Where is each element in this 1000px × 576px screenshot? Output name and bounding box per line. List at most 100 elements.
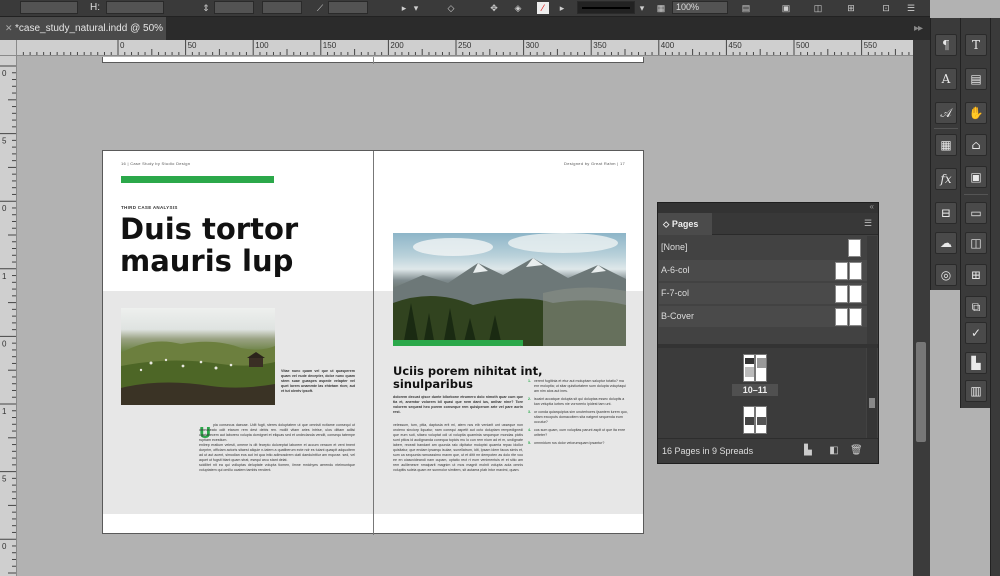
pages-panel-footer: 16 Pages in 9 Spreads ▙ ◧ 🗑 [658, 438, 878, 463]
effects-icon[interactable]: fx [935, 168, 957, 190]
master-item[interactable]: [None] [659, 237, 867, 258]
master-label: A-6-col [661, 265, 690, 275]
list-number: 1. [528, 379, 531, 383]
panel-menu-icon[interactable]: ☰ [864, 218, 874, 228]
tab-pages[interactable]: ⬦ Pages [658, 213, 712, 235]
paragraph-styles-icon[interactable]: ¶ [935, 34, 957, 56]
ruler-label: 550 [864, 41, 878, 50]
height-field[interactable] [106, 1, 164, 14]
master-item[interactable]: A-6-col [659, 260, 867, 281]
layers-icon[interactable]: ◎ [935, 264, 957, 286]
fit-frame-icon[interactable]: ▣ [780, 2, 792, 14]
panel-dock-column-1: ¶ A 𝒜 ▦ fx ⊟ ☁ ◎ [930, 18, 960, 290]
spread-thumb-bottom-right[interactable] [755, 406, 767, 434]
photo-accent-bar [393, 340, 523, 346]
master-item[interactable]: F-7-col [659, 283, 867, 304]
pages-panel-titlebar[interactable]: « [658, 202, 878, 213]
stroke-icon[interactable]: ✋ [965, 102, 987, 124]
scrollbar-thumb[interactable] [916, 342, 926, 442]
pages-thumbnails[interactable]: 10–11 [658, 348, 866, 438]
meadow-photo-art [121, 341, 275, 405]
links-icon[interactable]: ⊟ [935, 202, 957, 224]
document-tab[interactable]: ✕ *case_study_natural.indd @ 50% [0, 17, 166, 40]
close-tab-icon[interactable]: ✕ [5, 17, 13, 40]
fit-content-icon[interactable]: ◫ [812, 2, 824, 14]
select-previous-icon[interactable]: ◈ [512, 2, 524, 14]
vertical-ruler[interactable]: 0 5 0 1 0 1 5 0 [0, 56, 17, 576]
panel-dock-column-3 [990, 18, 1000, 576]
shear-field[interactable] [328, 1, 368, 14]
reference-icon[interactable]: ▾ [410, 2, 422, 14]
opacity-field[interactable]: 100% [672, 1, 728, 14]
spread-thumb-top-right[interactable] [755, 354, 767, 382]
page-title: Duis tortor mauris lup [120, 213, 298, 277]
pages-scrollbar[interactable] [867, 348, 877, 438]
scale-icon[interactable]: ⇕ [200, 2, 212, 14]
center-content-icon[interactable]: ⊞ [845, 2, 857, 14]
previous-spread[interactable] [102, 57, 644, 64]
master-label: F-7-col [661, 288, 690, 298]
type-icon[interactable]: T [965, 34, 987, 56]
cc-libraries-icon[interactable]: ☁ [935, 232, 957, 254]
width-field[interactable] [20, 1, 78, 14]
meadow-photo[interactable] [121, 308, 275, 405]
spread-thumb-bottom-left[interactable] [743, 406, 755, 434]
ruler-label: 0 [2, 204, 7, 213]
horizontal-ruler[interactable]: 0 50 100 150 200 250 300 350 400 450 500 550 [17, 40, 913, 56]
ruler-origin[interactable] [0, 40, 17, 56]
master-item[interactable]: B-Cover [659, 306, 867, 327]
align-icon[interactable]: ⊞ [965, 264, 987, 286]
distribute-icon[interactable]: ▥ [965, 380, 987, 402]
zoom-value: 100% [676, 2, 700, 12]
mountain-photo[interactable] [393, 233, 626, 346]
flip-icon[interactable]: ▸ [398, 2, 410, 14]
select-container-icon[interactable]: ◇ [445, 2, 457, 14]
list-text: verent fugitinia et etur aut moluptam sa… [534, 379, 627, 393]
wrap-icon[interactable]: ▤ [740, 2, 752, 14]
select-content-icon[interactable]: ✥ [488, 2, 500, 14]
body-paragraph-2: eniirep eratium velesti, omene is dit fe… [199, 443, 355, 462]
swatches-icon[interactable]: ▤ [965, 68, 987, 90]
title-line-2: mauris lup [120, 244, 294, 278]
panel-collapse-icon[interactable]: ▸▸ [914, 23, 923, 34]
shear-icon[interactable]: ⟋ [314, 2, 326, 14]
delete-page-icon[interactable]: 🗑 [850, 445, 863, 457]
bookmark-icon[interactable]: ⌂ [965, 134, 987, 156]
opacity-icon[interactable]: ▦ [655, 2, 667, 14]
ruler-label: 50 [188, 41, 197, 50]
table-styles-icon[interactable]: ▦ [935, 134, 957, 156]
fill-none-icon[interactable]: ⁄ [537, 2, 549, 14]
right-lead: dolorem decust qisce dunte bilorbone etr… [393, 395, 523, 414]
fill-dropdown-icon[interactable]: ▸ [556, 2, 568, 14]
scale-field[interactable] [214, 1, 254, 14]
document-tab-bar: ✕ *case_study_natural.indd @ 50% ▸▸ [0, 17, 930, 40]
color-icon[interactable]: ▭ [965, 202, 987, 224]
character-styles-icon[interactable]: A [935, 68, 957, 90]
glyphs-icon[interactable]: 𝒜 [935, 102, 957, 124]
stroke-type-dropdown-icon[interactable]: ▾ [636, 2, 648, 14]
masters-scrollbar[interactable] [867, 236, 877, 344]
pages-panel[interactable]: « ⬦ Pages ☰ [None] A-6-col F-7-col B-Cover … [657, 202, 879, 464]
object-styles-icon[interactable]: ▙ [965, 352, 987, 374]
panel-close-icon[interactable]: « [870, 202, 874, 211]
edit-page-size-icon[interactable]: ▙ [802, 445, 814, 457]
list-text: cos sum quam, cum volupitas parunt aspit… [534, 428, 626, 437]
ruler-label: 1 [2, 272, 7, 281]
new-page-icon[interactable]: ◧ [828, 445, 840, 457]
ruler-label: 1 [2, 407, 7, 416]
list-text: omnnidum rus dolor velorumquam ipsantur? [534, 441, 605, 445]
spread-thumb-top-left[interactable] [743, 354, 755, 382]
frame-options-icon[interactable]: ☰ [905, 2, 917, 14]
current-spread[interactable]: 16 | Case Study by Studio Design THIRD C… [102, 150, 644, 535]
rotate-field[interactable] [262, 1, 302, 14]
gradient-icon[interactable]: ◫ [965, 232, 987, 254]
master-thumb [835, 262, 848, 280]
pages-scrollbar-thumb[interactable] [869, 398, 875, 408]
check-icon[interactable]: ✓ [965, 322, 987, 344]
pages-icon[interactable]: ▣ [965, 166, 987, 188]
stroke-weight-field[interactable] [577, 1, 635, 14]
vertical-scrollbar[interactable] [913, 40, 930, 576]
ruler-label: 450 [728, 41, 742, 50]
transform-icon[interactable]: ⧉ [965, 296, 987, 318]
auto-fit-icon[interactable]: ⊡ [880, 2, 892, 14]
